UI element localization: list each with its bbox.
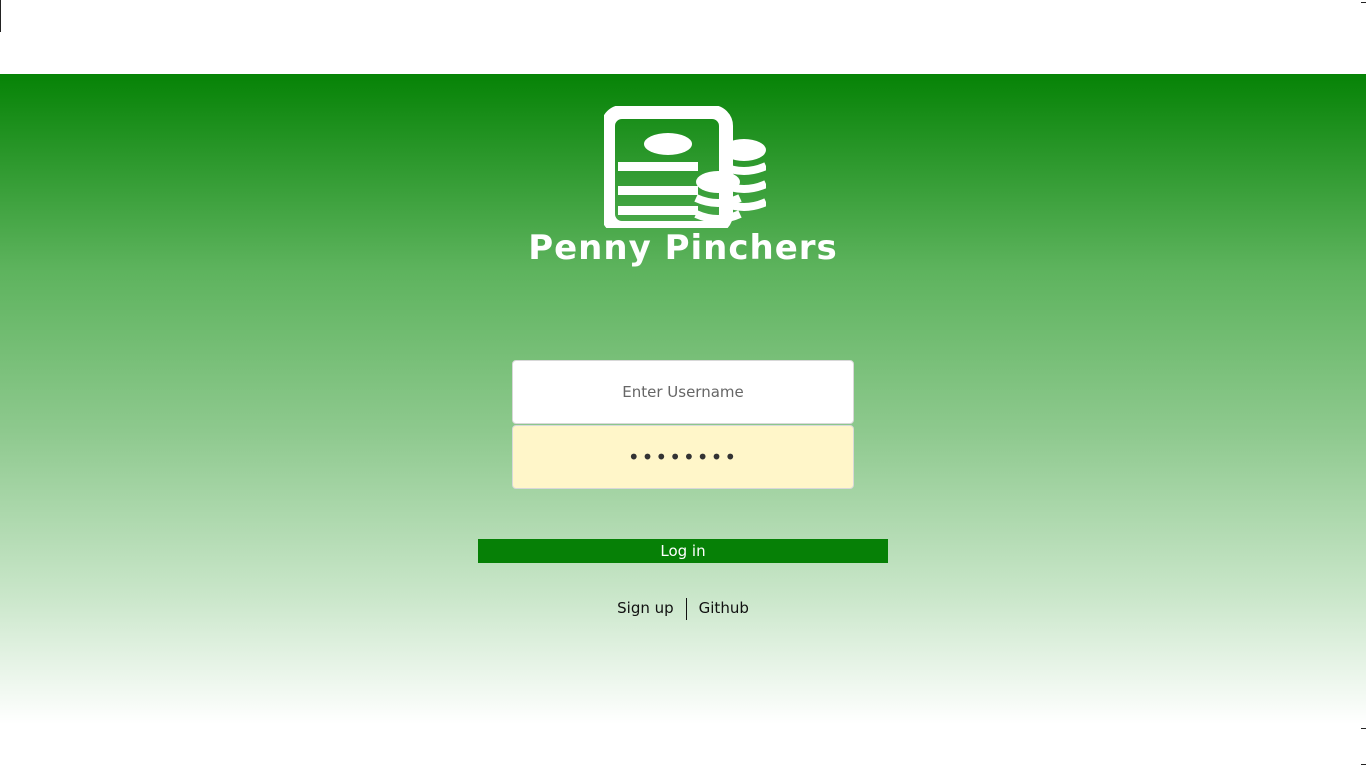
footer-links: Sign up Github <box>483 596 883 620</box>
username-input[interactable] <box>512 360 854 424</box>
scroll-edge-marker-top <box>1361 2 1366 3</box>
login-button[interactable]: Log in <box>478 539 888 563</box>
password-input[interactable] <box>512 425 854 489</box>
brand-name: Penny Pinchers <box>528 228 838 268</box>
github-link[interactable]: Github <box>687 596 761 620</box>
text-caret <box>0 0 1 32</box>
scroll-edge-marker-bottom-2 <box>1361 764 1366 765</box>
ledger-coins-icon <box>604 106 766 228</box>
brand-logo: Penny Pinchers <box>520 104 846 274</box>
scroll-edge-marker-bottom-1 <box>1361 728 1366 729</box>
top-bar <box>0 0 1366 74</box>
signup-link[interactable]: Sign up <box>605 596 686 620</box>
